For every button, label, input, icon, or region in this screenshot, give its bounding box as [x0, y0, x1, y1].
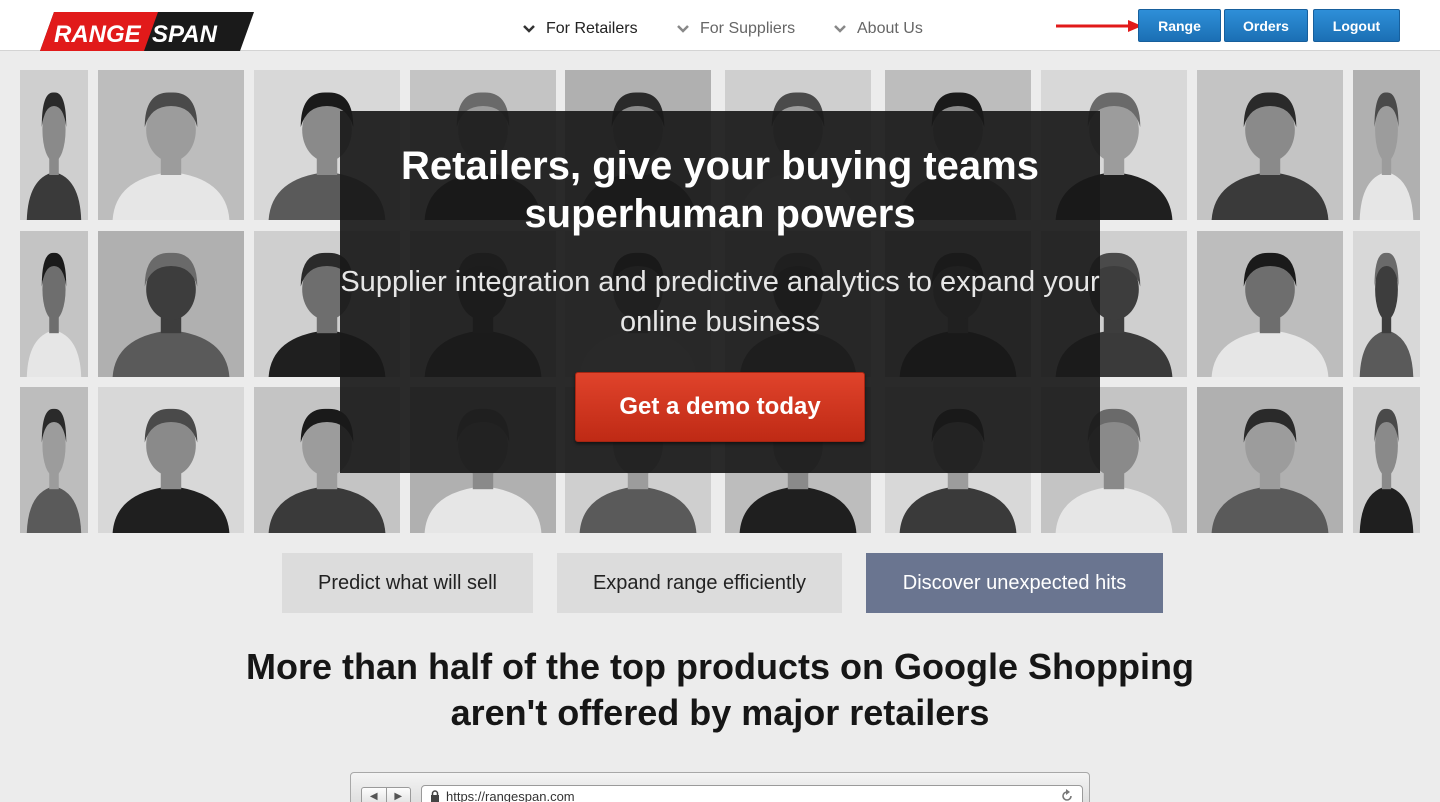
hero-title: Retailers, give your buying teams superh…: [401, 144, 1039, 236]
portrait-photo: [1197, 231, 1343, 377]
feature-tab-predict[interactable]: Predict what will sell: [282, 553, 533, 613]
portrait-photo: [1353, 387, 1420, 533]
nav-label: About Us: [857, 20, 923, 37]
back-arrow-icon: ◀: [361, 787, 387, 802]
reload-icon: [1062, 789, 1072, 801]
feature-tab-discover[interactable]: Discover unexpected hits: [866, 553, 1163, 613]
chevron-down-icon: [523, 25, 535, 33]
portrait-photo: [1197, 387, 1343, 533]
orders-button[interactable]: Orders: [1224, 9, 1308, 42]
feature-tab-expand[interactable]: Expand range efficiently: [557, 553, 842, 613]
portrait-photo: [1353, 231, 1420, 377]
nav-for-suppliers[interactable]: For Suppliers: [676, 18, 795, 40]
portrait-photo: [1197, 70, 1343, 220]
portrait-photo: [1353, 70, 1420, 220]
nav-for-retailers[interactable]: For Retailers: [522, 18, 638, 40]
portrait-photo: [20, 231, 88, 377]
site-header: RANGE SPAN For Retailers For Suppliers A…: [0, 0, 1440, 51]
logout-button[interactable]: Logout: [1313, 9, 1400, 42]
portrait-photo: [98, 387, 244, 533]
rangespan-logo[interactable]: RANGE SPAN: [40, 12, 254, 51]
browser-mockup: ◀ ▶ https://rangespan.com: [350, 772, 1090, 802]
browser-url-bar: https://rangespan.com: [421, 785, 1083, 802]
browser-nav-buttons: ◀ ▶: [361, 787, 411, 802]
get-demo-button[interactable]: Get a demo today: [575, 372, 865, 442]
portrait-photo: [20, 70, 88, 220]
range-button[interactable]: Range: [1138, 9, 1221, 42]
portrait-photo: [98, 231, 244, 377]
hero-subtitle: Supplier integration and predictive anal…: [340, 266, 1100, 338]
nav-label: For Suppliers: [700, 20, 796, 37]
section-headline: More than half of the top products on Go…: [246, 646, 1194, 733]
logo-text-span: SPAN: [152, 21, 218, 48]
portrait-photo: [98, 70, 244, 220]
logo-text-range: RANGE: [54, 21, 142, 48]
chevron-down-icon: [677, 25, 689, 33]
chevron-down-icon: [834, 25, 846, 33]
forward-arrow-icon: ▶: [386, 787, 411, 802]
browser-url-text: https://rangespan.com: [446, 788, 575, 802]
annotation-arrow-icon: [1056, 20, 1142, 32]
lock-icon: [431, 790, 439, 802]
nav-label: For Retailers: [546, 20, 638, 37]
nav-about-us[interactable]: About Us: [833, 18, 923, 40]
portrait-photo: [20, 387, 88, 533]
